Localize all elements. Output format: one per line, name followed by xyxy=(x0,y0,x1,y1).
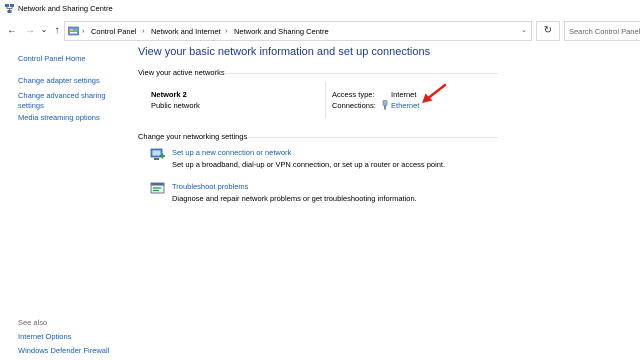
sidebar: Control Panel Home Change adapter settin… xyxy=(0,46,128,361)
sidebar-item-media-streaming-options[interactable]: Media streaming options xyxy=(18,113,118,123)
address-bar[interactable]: › Control Panel › Network and Internet ›… xyxy=(64,21,532,41)
ethernet-icon xyxy=(382,100,388,110)
breadcrumb-control-panel[interactable]: Control Panel xyxy=(91,27,136,36)
breadcrumb-network-and-sharing-centre[interactable]: Network and Sharing Centre xyxy=(234,27,329,36)
section-divider xyxy=(224,73,498,74)
navigation-bar: ← → ⌄ ↑ › Control Panel › Network and In… xyxy=(0,20,640,42)
see-also-heading: See also xyxy=(18,318,48,327)
access-type-label: Access type: xyxy=(332,90,375,99)
sidebar-item-control-panel-home[interactable]: Control Panel Home xyxy=(18,54,118,64)
network-centre-icon xyxy=(5,4,14,13)
forward-arrow-icon[interactable]: → xyxy=(24,24,36,38)
active-networks-heading: View your active networks xyxy=(138,68,225,77)
vertical-divider xyxy=(325,82,326,118)
window-title: Network and Sharing Centre xyxy=(18,4,113,13)
setup-new-connection-description: Set up a broadband, dial-up or VPN conne… xyxy=(172,160,446,169)
ethernet-connection-link[interactable]: Ethernet xyxy=(391,101,419,110)
troubleshoot-problems-link[interactable]: Troubleshoot problems xyxy=(172,182,248,191)
new-connection-icon xyxy=(150,148,165,160)
sidebar-item-internet-options[interactable]: Internet Options xyxy=(18,332,118,342)
red-annotation-arrow xyxy=(422,83,447,103)
troubleshoot-icon xyxy=(150,182,165,194)
refresh-icon[interactable]: ↻ xyxy=(536,21,560,41)
sidebar-item-windows-defender-firewall[interactable]: Windows Defender Firewall xyxy=(18,346,128,356)
connections-label: Connections: xyxy=(332,101,376,110)
network-type: Public network xyxy=(151,101,200,110)
breadcrumb-separator: › xyxy=(82,26,85,35)
search-box[interactable] xyxy=(564,21,640,41)
network-name: Network 2 xyxy=(151,90,187,99)
recent-locations-chevron-icon[interactable]: ⌄ xyxy=(38,23,50,37)
up-arrow-icon[interactable]: ↑ xyxy=(51,24,63,38)
control-panel-icon xyxy=(68,26,79,36)
breadcrumb-network-and-internet[interactable]: Network and Internet xyxy=(151,27,221,36)
setup-new-connection-link[interactable]: Set up a new connection or network xyxy=(172,148,291,157)
breadcrumb-separator: › xyxy=(225,26,228,35)
address-dropdown-icon[interactable]: ⌄ xyxy=(521,26,527,34)
sidebar-item-change-advanced-sharing-settings[interactable]: Change advanced sharing settings xyxy=(18,91,118,110)
breadcrumb-separator: › xyxy=(142,26,145,35)
title-bar: Network and Sharing Centre xyxy=(0,0,640,17)
page-title: View your basic network information and … xyxy=(138,46,431,58)
section-divider xyxy=(248,137,498,138)
networking-settings-heading: Change your networking settings xyxy=(138,132,248,141)
sidebar-item-change-adapter-settings[interactable]: Change adapter settings xyxy=(18,76,118,86)
search-input[interactable] xyxy=(565,22,640,40)
back-arrow-icon[interactable]: ← xyxy=(6,24,18,38)
troubleshoot-problems-description: Diagnose and repair network problems or … xyxy=(172,194,417,203)
access-type-value: Internet xyxy=(391,90,417,99)
